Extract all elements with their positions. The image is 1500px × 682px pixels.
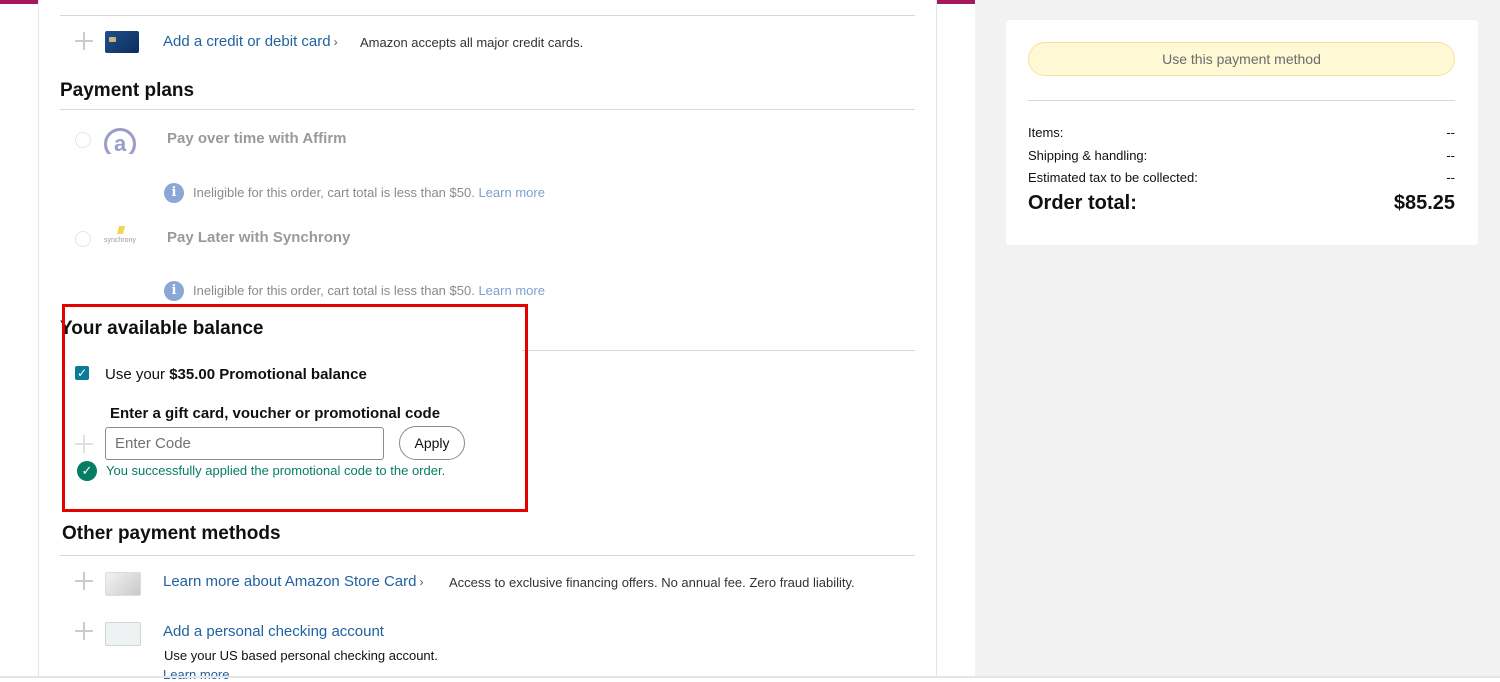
add-credit-card-link[interactable]: Add a credit or debit card ›	[163, 33, 338, 50]
order-total-row: Order total: $85.25	[1028, 192, 1455, 215]
check-icon	[105, 622, 141, 646]
order-total-value: $85.25	[1393, 192, 1455, 214]
synchrony-logo-icon: synchrony	[104, 226, 142, 248]
affirm-logo-text: a	[114, 131, 127, 154]
info-icon: i	[164, 183, 184, 203]
tax-row: Estimated tax to be collected: --	[1028, 170, 1455, 185]
info-icon: i	[164, 281, 184, 301]
plus-icon[interactable]	[75, 32, 93, 50]
divider	[522, 350, 915, 351]
items-row: Items: --	[1028, 125, 1455, 140]
credit-card-note: Amazon accepts all major credit cards.	[360, 35, 584, 50]
plus-icon[interactable]	[75, 622, 93, 640]
synchrony-ineligible-message: Ineligible for this order, cart total is…	[193, 283, 475, 298]
use-this-payment-method-button[interactable]: Use this payment method	[1028, 42, 1455, 76]
divider	[60, 555, 915, 556]
checking-learn-more-link[interactable]: Learn more	[163, 667, 229, 682]
synchrony-learn-more-link[interactable]: Learn more	[478, 283, 544, 298]
affirm-ineligible-text: Ineligible for this order, cart total is…	[193, 185, 545, 200]
checking-account-note: Use your US based personal checking acco…	[164, 648, 438, 663]
chevron-right-icon: ›	[333, 35, 338, 49]
divider	[60, 109, 915, 110]
add-credit-card-label[interactable]: Add a credit or debit card	[163, 33, 331, 50]
payment-plans-heading: Payment plans	[60, 80, 195, 101]
affirm-plan-title: Pay over time with Affirm	[167, 130, 347, 147]
plus-icon[interactable]	[75, 572, 93, 590]
amazon-store-card-label[interactable]: Learn more about Amazon Store Card	[163, 573, 416, 590]
shipping-value: --	[1446, 148, 1455, 163]
synchrony-plan-title: Pay Later with Synchrony	[167, 229, 351, 246]
affirm-learn-more-link[interactable]: Learn more	[478, 185, 544, 200]
credit-card-icon	[105, 31, 139, 53]
items-value: --	[1446, 125, 1455, 140]
store-card-note: Access to exclusive financing offers. No…	[449, 575, 855, 590]
synchrony-ineligible-text: Ineligible for this order, cart total is…	[193, 283, 545, 298]
divider	[1028, 100, 1455, 101]
affirm-logo-icon: a	[104, 124, 140, 154]
store-card-icon	[105, 572, 141, 596]
tax-label: Estimated tax to be collected:	[1028, 170, 1198, 185]
synchrony-logo-text: synchrony	[104, 237, 136, 244]
tax-value: --	[1446, 170, 1455, 185]
shipping-row: Shipping & handling: --	[1028, 148, 1455, 163]
chevron-right-icon: ›	[419, 575, 424, 589]
items-label: Items:	[1028, 125, 1064, 140]
highlight-box	[62, 304, 528, 512]
divider	[60, 15, 915, 16]
synchrony-radio[interactable]	[75, 231, 91, 247]
order-total-label: Order total:	[1028, 192, 1137, 214]
affirm-radio[interactable]	[75, 132, 91, 148]
affirm-ineligible-message: Ineligible for this order, cart total is…	[193, 185, 475, 200]
other-payment-methods-heading: Other payment methods	[62, 523, 281, 544]
shipping-label: Shipping & handling:	[1028, 148, 1148, 163]
amazon-store-card-link[interactable]: Learn more about Amazon Store Card ›	[163, 573, 423, 590]
add-checking-account-link[interactable]: Add a personal checking account	[163, 623, 384, 640]
